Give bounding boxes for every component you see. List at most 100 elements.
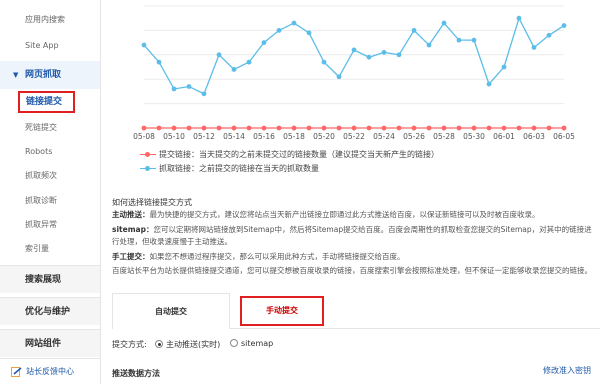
data-point-1 [516,15,522,21]
data-point-1 [231,67,237,72]
desc-sitemap-label: sitemap： [112,225,154,234]
sidebar-item-link-submit[interactable]: 链接提交 [18,91,75,113]
sidebar-item-crawl-frequency[interactable]: 抓取频次 [0,164,100,188]
sidebar-section-crawl[interactable]: ▼ 网页抓取 [0,61,100,89]
data-point-1 [531,45,537,50]
data-point-1 [201,91,207,97]
data-point-1 [471,37,477,43]
how-to-choose-title: 如何选择链接提交方式 [112,198,192,207]
data-point-0 [381,125,387,131]
series-line-1 [143,16,565,95]
feedback-center-label: 站长反馈中心 [26,367,74,376]
x-tick-label: 05-16 [253,132,275,141]
desc-manual-text: 如果您不想通过程序提交，那么可以采用此种方式，手动将链接提交给百度。 [149,252,405,261]
data-point-1 [546,32,552,38]
data-point-0 [291,125,297,131]
option-active-push-label: 主动推送(实时) [166,340,221,349]
option-sitemap[interactable]: sitemap [230,339,273,348]
x-tick-label: 05-12 [193,132,215,141]
data-point-0 [411,125,417,131]
desc-platform: 百度站长平台为站长提供链接提交通道，您可以提交想被百度收录的链接，百度搜索引擎会… [112,266,592,275]
x-tick-label: 05-14 [223,132,245,141]
data-point-0 [396,125,402,131]
x-tick-label: 05-22 [343,132,365,141]
data-point-1 [441,20,447,26]
x-tick-label: 05-30 [463,132,485,141]
data-point-0 [231,125,237,131]
x-tick-label: 05-24 [373,132,395,141]
radio-active-push[interactable] [155,340,163,348]
data-point-0 [156,125,162,131]
data-point-1 [216,52,222,58]
data-point-0 [306,125,312,131]
data-point-1 [306,30,312,36]
x-tick-label: 06-05 [553,132,575,141]
desc-manual: 手工提交：如果您不想通过程序提交，那么可以采用此种方式，手动将链接提交给百度。 [112,251,597,263]
sidebar-section-search-display[interactable]: 搜索展现 [0,265,100,293]
data-point-0 [276,125,282,131]
option-sitemap-label: sitemap [241,339,274,348]
data-point-1 [321,59,327,65]
data-point-1 [381,49,387,55]
tab-auto-submit[interactable]: 自动提交 [112,293,230,329]
data-point-0 [141,125,147,131]
sidebar-section-optimize[interactable]: 优化与维护 [0,297,100,325]
data-point-1 [171,86,177,92]
desc-active-push: 主动推送：最为快捷的提交方式，建议您将站点当天新产出链接立即通过此方式推送给百度… [112,209,597,221]
x-tick-label: 06-01 [493,132,515,141]
data-point-0 [261,125,267,131]
data-point-1 [456,37,462,43]
data-point-1 [411,28,417,33]
desc-manual-label: 手工提交： [112,252,150,261]
data-point-1 [186,84,192,89]
x-tick-label: 05-18 [283,132,305,141]
desc-sitemap-text: 您可以定期将网站链接放到Sitemap中，然后将Sitemap提交给百度。百度会… [112,225,592,246]
data-point-0 [351,125,357,131]
sidebar-item-crawl-error[interactable]: 抓取异常 [0,213,100,237]
sidebar-item-crawl-diagnosis[interactable]: 抓取诊断 [0,189,100,213]
data-point-0 [546,125,552,131]
data-point-1 [366,54,372,60]
legend-crawled-swatch [140,166,156,171]
data-point-1 [426,42,432,48]
data-point-0 [501,125,507,131]
tab-manual-submit[interactable]: 手动提交 [240,296,324,326]
data-point-1 [276,28,282,33]
data-point-0 [366,125,372,131]
desc-active-push-label: 主动推送： [112,210,150,219]
data-point-0 [456,125,462,131]
option-active-push[interactable]: 主动推送(实时) [155,339,220,350]
data-point-1 [336,74,342,80]
sidebar-item-site-app[interactable]: Site App [0,34,100,58]
modify-key-link[interactable]: 修改准入密钥 [543,365,591,376]
data-point-0 [171,125,177,131]
sidebar: 应用内搜索 Site App ▼ 网页抓取 链接提交 死链提交 Robots 抓… [0,0,101,384]
data-point-1 [351,47,357,53]
legend-crawled: 抓取链接：之前提交的链接在当天的抓取数量 [140,163,319,174]
data-point-0 [336,125,342,131]
x-tick-label: 05-28 [433,132,455,141]
data-point-0 [201,125,207,131]
data-point-0 [186,125,192,131]
sidebar-item-dead-link[interactable]: 死链提交 [0,116,100,140]
data-point-0 [486,125,492,131]
data-point-1 [261,40,267,45]
data-point-0 [321,125,327,131]
submit-tabs: 自动提交 手动提交 [112,293,600,329]
data-point-1 [561,23,567,28]
desc-active-push-text: 最为快捷的提交方式，建议您将站点当天新产出链接立即通过此方式推送给百度，以保证新… [149,210,540,219]
desc-sitemap: sitemap：您可以定期将网站链接放到Sitemap中，然后将Sitemap提… [112,224,597,248]
sidebar-item-index[interactable]: 索引量 [0,237,100,261]
legend-submitted: 提交链接：当天提交的之前未提交过的链接数量（建议提交当天新产生的链接） [140,149,439,160]
data-point-0 [441,125,447,131]
sidebar-item-robots[interactable]: Robots [0,140,100,164]
sidebar-section-site-components[interactable]: 网站组件 [0,329,100,357]
legend-submitted-swatch [140,152,156,157]
push-method-title: 推送数据方法 [112,369,160,378]
sidebar-item-app-search[interactable]: 应用内搜索 [0,8,100,32]
edit-icon [11,367,22,377]
feedback-center-link[interactable]: 站长反馈中心 [0,358,100,384]
radio-sitemap[interactable] [230,339,238,347]
data-point-1 [291,20,297,26]
x-tick-label: 06-03 [523,132,545,141]
